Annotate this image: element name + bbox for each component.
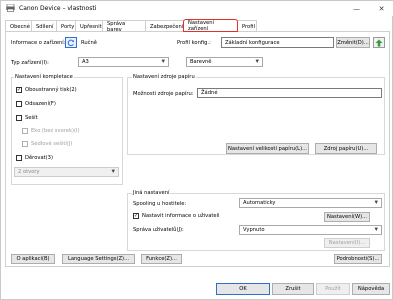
staple-option[interactable]: Sešít	[16, 115, 38, 121]
duplex-label: Oboustranný tisk(2)	[25, 87, 77, 93]
device-info-mode: Ručně	[81, 40, 97, 46]
eco-staple-option: Eko (bez svorek)(I)	[22, 128, 80, 134]
punch-label: Děrovat(3)	[25, 155, 54, 161]
other-settings-title: Jiná nastavení	[132, 190, 171, 196]
spooling-select[interactable]: Automaticky ▼	[239, 198, 382, 208]
punch-checkbox[interactable]	[16, 155, 22, 161]
finishing-title: Nastavení kompletace	[14, 74, 74, 80]
chevron-down-icon: ▼	[374, 227, 378, 233]
color-mode-select[interactable]: Barevně ▼	[186, 57, 263, 67]
ok-button[interactable]: OK	[216, 283, 270, 295]
close-button[interactable]: ✕	[377, 4, 386, 13]
functions-button[interactable]: Funkce(Z)...	[141, 254, 182, 264]
window-title: Canon Device – vlastnosti	[19, 5, 97, 12]
user-info-label: Nastavit informace o uživateli	[142, 213, 220, 219]
device-type-label: Typ zařízení(I):	[11, 60, 49, 66]
device-type-value: A3	[82, 59, 89, 65]
details-button[interactable]: Podrobnosti(S)...	[334, 254, 382, 264]
punch-select-value: 2 otvory	[18, 169, 40, 175]
about-button[interactable]: O aplikaci(B)	[11, 254, 55, 264]
chevron-down-icon: ▼	[161, 59, 165, 65]
refresh-icon	[67, 39, 74, 46]
profile-field[interactable]: Základní konfigurace	[221, 37, 334, 48]
paper-source-option-field[interactable]: Žádné	[197, 88, 382, 98]
paper-source-option-label: Možnosti zdroje papíru:	[133, 91, 194, 97]
offset-option[interactable]: Odsazení(F)	[16, 101, 56, 107]
cancel-button[interactable]: Zrušit	[272, 283, 314, 295]
help-button[interactable]: Nápověda	[352, 283, 390, 295]
eco-staple-checkbox	[22, 128, 28, 134]
duplex-checkbox[interactable]: ✓	[16, 87, 22, 93]
saddle-stitch-checkbox	[22, 141, 28, 147]
user-info-checkbox[interactable]: ✓	[133, 213, 139, 219]
user-management-select[interactable]: Vypnuto ▼	[239, 225, 382, 235]
user-management-value: Vypnuto	[243, 227, 265, 233]
paper-size-settings-button[interactable]: Nastavení velikosti papíru(L)...	[226, 143, 309, 154]
profile-label: Profil konfig.:	[177, 40, 211, 46]
chevron-down-icon: ▼	[255, 59, 259, 65]
offset-label: Odsazení(F)	[25, 101, 56, 107]
printer-icon	[6, 3, 15, 13]
update-arrow-icon	[375, 39, 383, 46]
device-type-select[interactable]: A3 ▼	[78, 57, 169, 67]
chevron-down-icon: ▼	[374, 200, 378, 206]
staple-checkbox[interactable]	[16, 115, 22, 121]
update-button[interactable]	[373, 37, 385, 48]
offset-checkbox[interactable]	[16, 101, 22, 107]
spooling-value: Automaticky	[243, 200, 276, 206]
punch-option[interactable]: Děrovat(3)	[16, 155, 53, 161]
chevron-down-icon: ▼	[111, 169, 115, 175]
user-info-option[interactable]: ✓ Nastavit informace o uživateli	[133, 213, 220, 219]
user-info-settings-button[interactable]: Nastavení(W)...	[324, 212, 370, 222]
saddle-stitch-label: Sedlové sešití(J)	[31, 141, 73, 147]
paper-source-title: Nastavení zdroje papíru	[132, 74, 196, 80]
change-profile-button[interactable]: Změnit(D)...	[336, 37, 370, 48]
title-bar: Canon Device – vlastnosti — ✕	[1, 1, 393, 16]
refresh-device-info-button[interactable]	[65, 37, 77, 48]
tab-device-settings[interactable]: Nastavení zařízení	[183, 19, 238, 32]
user-management-label: Správa uživatelů(J):	[133, 227, 184, 233]
staple-label: Sešít	[25, 115, 38, 121]
saddle-stitch-option: Sedlové sešití(J)	[22, 141, 72, 147]
eco-staple-label: Eko (bez svorek)(I)	[31, 128, 80, 134]
apply-button: Použít	[316, 283, 350, 295]
device-info-label: Informace o zařízení:	[11, 40, 66, 46]
properties-window: Canon Device – vlastnosti — ✕ Obecné Sdí…	[0, 0, 393, 300]
spooling-label: Spooling u hostitele:	[133, 201, 187, 207]
color-mode-value: Barevně	[190, 59, 212, 65]
punch-select: 2 otvory ▼	[14, 167, 119, 177]
paper-source-button[interactable]: Zdroj papíru(U)...	[315, 143, 377, 154]
user-management-settings-button: Nastavení(I)...	[324, 238, 370, 248]
minimize-button[interactable]: —	[352, 4, 361, 13]
language-settings-button[interactable]: Language Settings(Z)...	[62, 254, 135, 264]
duplex-option[interactable]: ✓ Oboustranný tisk(2)	[16, 87, 77, 93]
